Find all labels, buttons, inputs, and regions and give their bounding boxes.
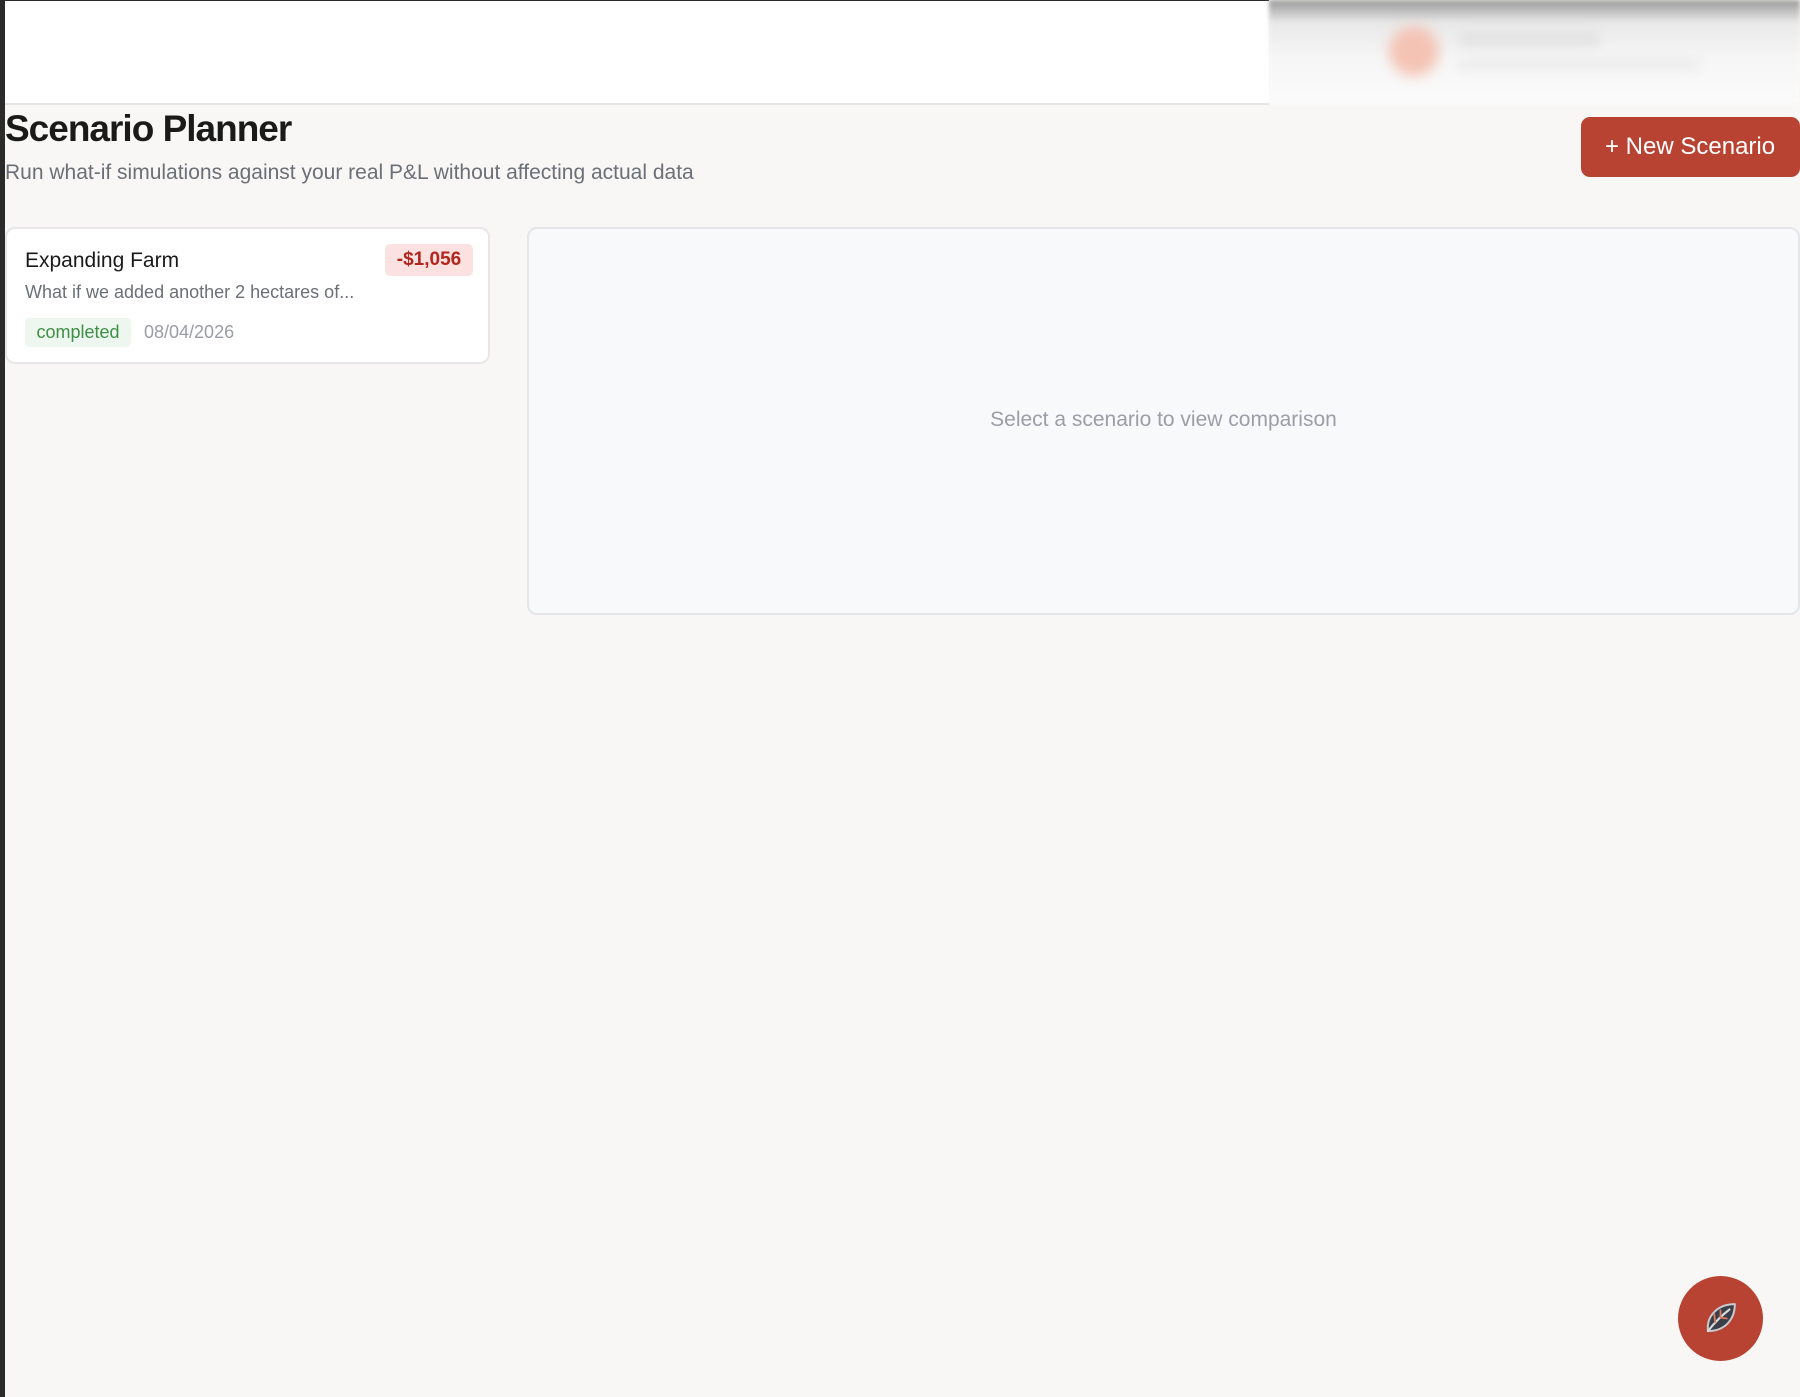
page: Scenario Planner Run what-if simulations… bbox=[0, 0, 1800, 1397]
new-scenario-button[interactable]: + New Scenario bbox=[1581, 117, 1800, 177]
comparison-panel: Select a scenario to view comparison bbox=[527, 227, 1800, 615]
comparison-empty-message: Select a scenario to view comparison bbox=[990, 408, 1337, 431]
leaf-icon bbox=[1706, 1303, 1736, 1333]
scenario-title: Expanding Farm bbox=[25, 249, 180, 272]
page-title: Scenario Planner bbox=[5, 108, 292, 149]
blurred-user-detail bbox=[1459, 58, 1699, 70]
top-bar bbox=[5, 1, 1269, 105]
assistant-fab-button[interactable] bbox=[1678, 1276, 1763, 1361]
window-edge bbox=[0, 0, 5, 1397]
scenario-impact-badge: -$1,056 bbox=[385, 244, 473, 276]
scenario-card[interactable]: Expanding Farm -$1,056 What if we added … bbox=[5, 227, 490, 364]
avatar bbox=[1389, 26, 1439, 76]
blurred-user-name bbox=[1459, 32, 1599, 46]
page-subtitle: Run what-if simulations against your rea… bbox=[5, 161, 694, 184]
status-badge: completed bbox=[25, 318, 131, 347]
scenario-description: What if we added another 2 hectares of..… bbox=[25, 282, 355, 302]
blurred-user-area bbox=[1269, 0, 1800, 104]
scenario-date: 08/04/2026 bbox=[144, 322, 235, 342]
